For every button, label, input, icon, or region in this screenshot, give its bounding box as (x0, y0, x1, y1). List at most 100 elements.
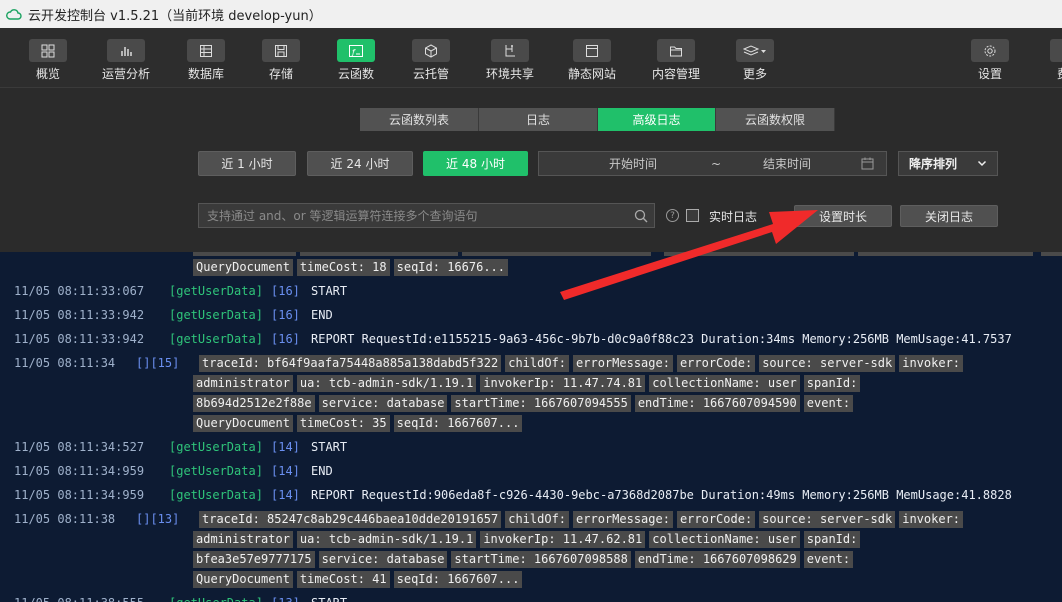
log-field-tag: timeCost: 18 (296, 258, 390, 276)
toolbar-item-label: 存储 (268, 67, 293, 81)
log-field-tag: seqId: 1667607... (393, 414, 523, 432)
set-duration-button[interactable]: 设置时长 (794, 205, 892, 227)
toolbar-item-0[interactable]: 概览 (12, 39, 84, 82)
last-24-hours-button[interactable]: 近 24 小时 (307, 151, 413, 176)
log-request-id: [14] (271, 464, 300, 478)
log-field-tag: invoker: (899, 510, 964, 528)
toolbar-item-label: 云托管 (412, 67, 449, 81)
gear-icon (971, 39, 1009, 62)
log-block-header: 11/05 08:11:38 [][13] (14, 512, 179, 526)
help-icon[interactable]: ? (666, 209, 679, 222)
toolbar-item-label: 设置 (977, 67, 1002, 81)
toolbar-item-9[interactable]: 更多 (719, 39, 791, 82)
toolbar-item-1[interactable]: 运营分析 (90, 39, 162, 82)
log-function-name: [getUserData] (169, 332, 263, 346)
log-field-tag: 8b694d2512e2f88e (193, 394, 315, 412)
log-field-tag: service: database (318, 550, 448, 568)
log-message: REPORT RequestId:e1155215-9a63-456c-9b7b… (311, 332, 1012, 346)
log-request-id: [16] (271, 332, 300, 346)
log-timestamp: 11/05 08:11:38 (14, 512, 116, 526)
sort-order-value: 降序排列 (909, 157, 958, 171)
cube-icon (412, 39, 450, 62)
log-field-tag: QueryDocument (193, 570, 293, 588)
log-request-id: [16] (271, 284, 300, 298)
log-field-tag: source: server-sdk (759, 510, 896, 528)
log-timestamp: 11/05 08:11:34:959 (14, 488, 145, 502)
toolbar-item-label: 内容管理 (651, 67, 700, 81)
cost-icon (1050, 39, 1062, 62)
log-query-input[interactable] (199, 204, 619, 227)
log-tag-group: traceId: 85247c8ab29c446baea10dde2019165… (193, 509, 1053, 589)
log-tag-row: bfea3e57e9777175 service: database startTi… (193, 549, 1053, 569)
window-icon (573, 39, 611, 62)
log-field-tag: administrator (193, 530, 293, 548)
toolbar-item-8[interactable]: 内容管理 (640, 39, 712, 82)
log-field-tag: childOf: (505, 510, 570, 528)
log-request-id: [][13] (136, 512, 180, 526)
tab-1[interactable]: 日志 (479, 108, 598, 131)
toolbar-item-11[interactable]: 费用 (1033, 39, 1062, 82)
log-function-name: [getUserData] (169, 488, 263, 502)
toolbar-item-7[interactable]: 静态网站 (556, 39, 628, 82)
log-field-tag: collectionName: user (649, 530, 800, 548)
last-1-hour-button[interactable]: 近 1 小时 (198, 151, 296, 176)
log-block-header: 11/05 08:11:34 [][15] (14, 356, 179, 370)
log-tag-row: traceId: 85247c8ab29c446baea10dde2019165… (193, 509, 1053, 529)
log-timestamp: 11/05 08:11:34 (14, 356, 116, 370)
folder-icon (657, 39, 695, 62)
tab-0[interactable]: 云函数列表 (360, 108, 479, 131)
log-function-name: [getUserData] (169, 308, 263, 322)
log-tag-row: traceId: bf64f9aafa75448a885a138dabd5f32… (193, 353, 1053, 373)
tab-2[interactable]: 高级日志 (598, 108, 716, 131)
cloud-app-icon (6, 7, 22, 21)
log-tag-group: traceId: bf64f9aafa75448a885a138dabd5f32… (193, 353, 1053, 433)
log-timestamp: 11/05 08:11:34:959 (14, 464, 145, 478)
log-timestamp: 11/05 08:11:34:527 (14, 440, 145, 454)
close-log-button[interactable]: 关闭日志 (900, 205, 998, 227)
log-query-box (198, 203, 655, 228)
bar-chart-icon (107, 39, 145, 62)
log-tag-row: QueryDocument timeCost: 41 seqId: 1667607.… (193, 569, 1053, 589)
start-time-field[interactable]: 开始时间 (609, 155, 657, 172)
search-icon[interactable] (634, 208, 648, 227)
log-message: END (311, 464, 333, 478)
log-timestamp: 11/05 08:11:38:555 (14, 596, 144, 602)
log-message: REPORT RequestId:906eda8f-c926-4430-9ebc… (311, 488, 1012, 502)
log-tag-row: QueryDocument timeCost: 18 seqId: 16676... (193, 257, 1053, 277)
log-function-name: [getUserData] (169, 284, 263, 298)
log-field-tag: endTime: 1667607098629 (634, 550, 800, 568)
end-time-field[interactable]: 结束时间 (763, 155, 811, 172)
log-field-tag: startTime: 1667607098588 (451, 550, 631, 568)
toolbar-item-label: 云函数 (337, 67, 374, 81)
log-field-tag: traceId: bf64f9aafa75448a885a138dabd5f32… (199, 354, 502, 372)
log-field-tag: traceId: 85247c8ab29c446baea10dde2019165… (199, 510, 502, 528)
log-field-tag: timeCost: 41 (296, 570, 390, 588)
layers-icon (736, 39, 774, 62)
log-field-tag: administrator (193, 374, 293, 392)
toolbar-item-6[interactable]: 环境共享 (474, 39, 546, 82)
log-field-tag: QueryDocument (193, 414, 293, 432)
realtime-log-checkbox[interactable] (686, 209, 699, 222)
title-bar: 云开发控制台 v1.5.21（当前环境 develop-yun） (0, 0, 1062, 28)
date-range-picker[interactable]: 开始时间 ~ 结束时间 (538, 151, 887, 176)
log-timestamp: 11/05 08:11:33:942 (14, 308, 145, 322)
log-message: START (311, 284, 348, 298)
tab-3[interactable]: 云函数权限 (716, 108, 835, 131)
log-field-tag: seqId: 16676... (393, 258, 508, 276)
log-tag-row: QueryDocument timeCost: 35 seqId: 1667607.… (193, 413, 1053, 433)
toolbar-item-4[interactable]: ƒ 云函数 (320, 39, 392, 82)
log-field-tag: childOf: (505, 354, 570, 372)
last-48-hours-button[interactable]: 近 48 小时 (423, 151, 528, 176)
sort-order-select[interactable]: 降序排列 (898, 151, 998, 176)
toolbar-item-3[interactable]: 存储 (245, 39, 317, 82)
toolbar-item-label: 概览 (35, 67, 60, 81)
log-field-tag: event: (803, 550, 854, 568)
toolbar-item-5[interactable]: 云托管 (395, 39, 467, 82)
toolbar-item-2[interactable]: 数据库 (170, 39, 242, 82)
log-request-id: [14] (271, 488, 300, 502)
log-field-tag: collectionName: user (649, 374, 800, 392)
log-field-tag: errorMessage: (573, 354, 673, 372)
calendar-icon[interactable] (861, 157, 874, 173)
toolbar-item-10[interactable]: 设置 (954, 39, 1026, 82)
range-separator: ~ (711, 156, 722, 171)
